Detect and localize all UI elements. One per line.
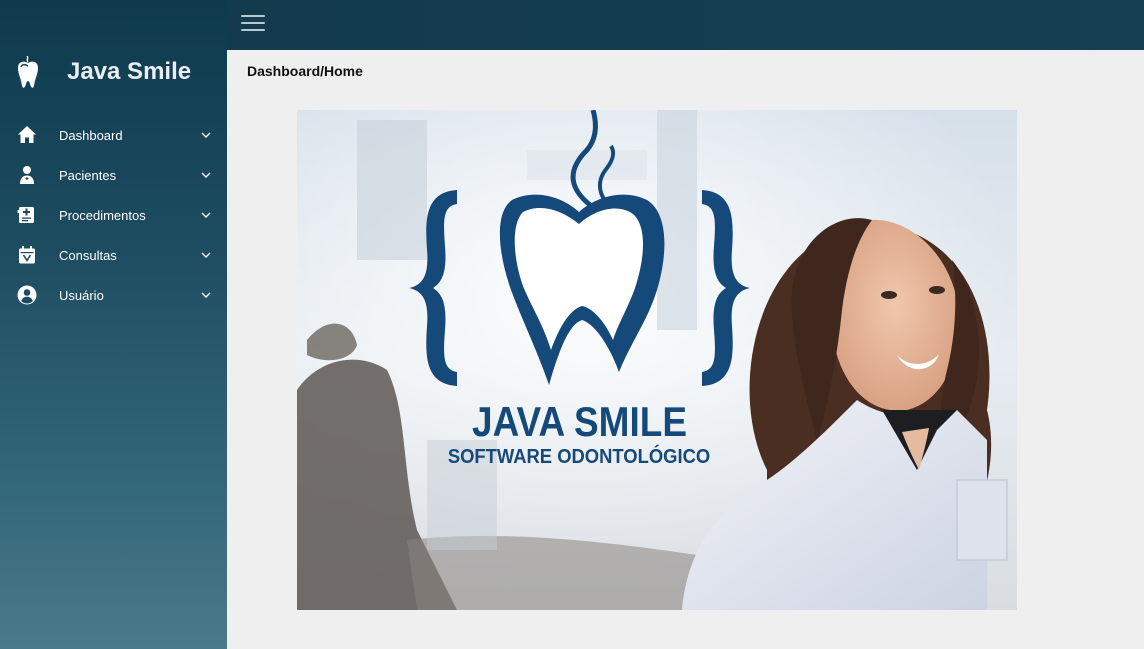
sidebar-item-consultas[interactable]: Consultas — [0, 236, 227, 276]
sidebar-menu: Dashboard Pacientes Procedimentos Consul… — [0, 116, 227, 316]
tooth-logo-icon — [18, 56, 38, 88]
breadcrumb: Dashboard/Home — [247, 63, 363, 79]
home-icon — [18, 126, 36, 143]
chevron-down-icon[interactable] — [200, 129, 212, 141]
banner-image: JAVA SMILE SOFTWARE ODONTOLÓGICO — [297, 110, 1017, 610]
user-icon — [17, 285, 37, 305]
hamburger-icon[interactable] — [241, 15, 265, 35]
calendar-icon — [19, 246, 35, 264]
chevron-down-icon[interactable] — [200, 209, 212, 221]
chevron-down-icon[interactable] — [200, 289, 212, 301]
app-name: Java Smile — [67, 58, 192, 85]
sidebar-item-procedimentos[interactable]: Procedimentos — [0, 196, 227, 236]
sidebar-item-pacientes[interactable]: Pacientes — [0, 156, 227, 196]
banner-subtitle: SOFTWARE ODONTOLÓGICO — [447, 446, 711, 468]
patient-icon — [20, 166, 34, 184]
banner-title: JAVA SMILE — [472, 398, 687, 445]
sidebar-item-label: Dashboard — [59, 128, 123, 143]
sidebar-item-label: Pacientes — [59, 168, 117, 183]
sidebar-item-label: Usuário — [59, 288, 104, 303]
chevron-down-icon[interactable] — [200, 169, 212, 181]
sidebar-item-label: Procedimentos — [59, 208, 146, 223]
sidebar-item-usuario[interactable]: Usuário — [0, 276, 227, 316]
sidebar-item-dashboard[interactable]: Dashboard — [0, 116, 227, 156]
sidebar: Java Smile Dashboard Pacientes Procedime… — [0, 0, 227, 649]
top-bar — [227, 0, 1144, 50]
brand[interactable]: Java Smile — [0, 50, 227, 96]
procedure-icon — [17, 207, 34, 223]
banner-illustration — [297, 110, 1017, 610]
chevron-down-icon[interactable] — [200, 249, 212, 261]
sidebar-item-label: Consultas — [59, 248, 117, 263]
